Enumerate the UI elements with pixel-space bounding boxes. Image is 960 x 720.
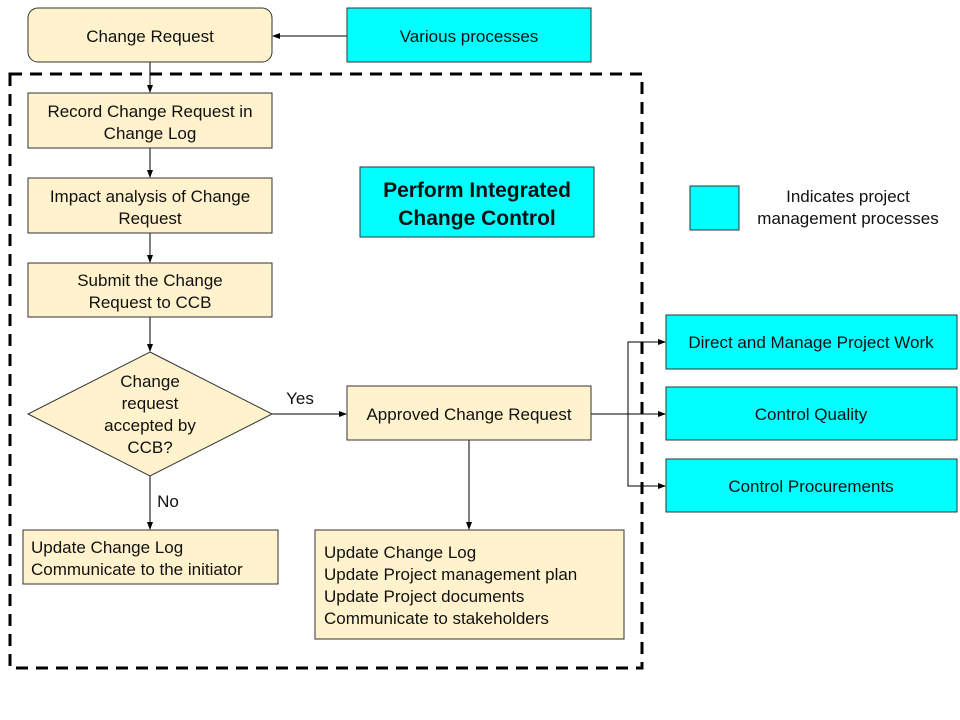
- node-label: request: [122, 394, 179, 413]
- node-label: Impact analysis of Change: [50, 187, 250, 206]
- node-label: Communicate to the initiator: [31, 560, 243, 579]
- node-label: Control Procurements: [728, 477, 893, 496]
- node-label: Approved Change Request: [366, 405, 571, 424]
- various-processes-node: Various processes: [346, 7, 592, 63]
- node-label: Control Quality: [755, 405, 868, 424]
- approved-node: Approved Change Request: [346, 385, 592, 441]
- title-line: Change Control: [398, 207, 556, 230]
- node-label: CCB?: [127, 438, 172, 457]
- node-label: Record Change Request in: [47, 102, 252, 121]
- update-left-node: Update Change Log Communicate to the ini…: [22, 529, 279, 585]
- node-label: Change Request: [86, 27, 214, 46]
- submit-node: Submit the Change Request to CCB: [27, 262, 273, 318]
- control-quality-node: Control Quality: [665, 386, 958, 441]
- node-label: Direct and Manage Project Work: [688, 333, 934, 352]
- yes-label: Yes: [286, 389, 314, 408]
- title-line: Perform Integrated: [383, 179, 571, 202]
- decision-node: Change request accepted by CCB?: [26, 351, 274, 477]
- node-label: Update Project documents: [324, 587, 524, 606]
- node-label: Change: [120, 372, 180, 391]
- legend: Indicates project management processes: [689, 185, 939, 231]
- legend-text: management processes: [757, 209, 938, 228]
- node-label: Submit the Change: [77, 271, 223, 290]
- control-procurements-node: Control Procurements: [665, 458, 958, 513]
- node-label: Change Log: [104, 124, 197, 143]
- legend-text: Indicates project: [786, 187, 910, 206]
- record-node: Record Change Request in Change Log: [27, 92, 273, 149]
- node-label: Update Change Log: [31, 538, 183, 557]
- node-label: Update Change Log: [324, 543, 476, 562]
- node-label: Request to CCB: [89, 293, 212, 312]
- legend-swatch: [689, 185, 740, 231]
- node-label: Update Project management plan: [324, 565, 577, 584]
- impact-node: Impact analysis of Change Request: [27, 177, 273, 234]
- update-right-node: Update Change Log Update Project managem…: [314, 529, 625, 640]
- no-label: No: [157, 492, 179, 511]
- direct-manage-node: Direct and Manage Project Work: [665, 314, 958, 370]
- title-box: Perform Integrated Change Control: [359, 166, 595, 238]
- node-label: Request: [118, 209, 182, 228]
- change-request-node: Change Request: [27, 7, 273, 63]
- node-label: accepted by: [104, 416, 196, 435]
- node-label: Communicate to stakeholders: [324, 609, 549, 628]
- node-label: Various processes: [400, 27, 539, 46]
- flowchart: Change Request Various processes Record …: [8, 7, 958, 670]
